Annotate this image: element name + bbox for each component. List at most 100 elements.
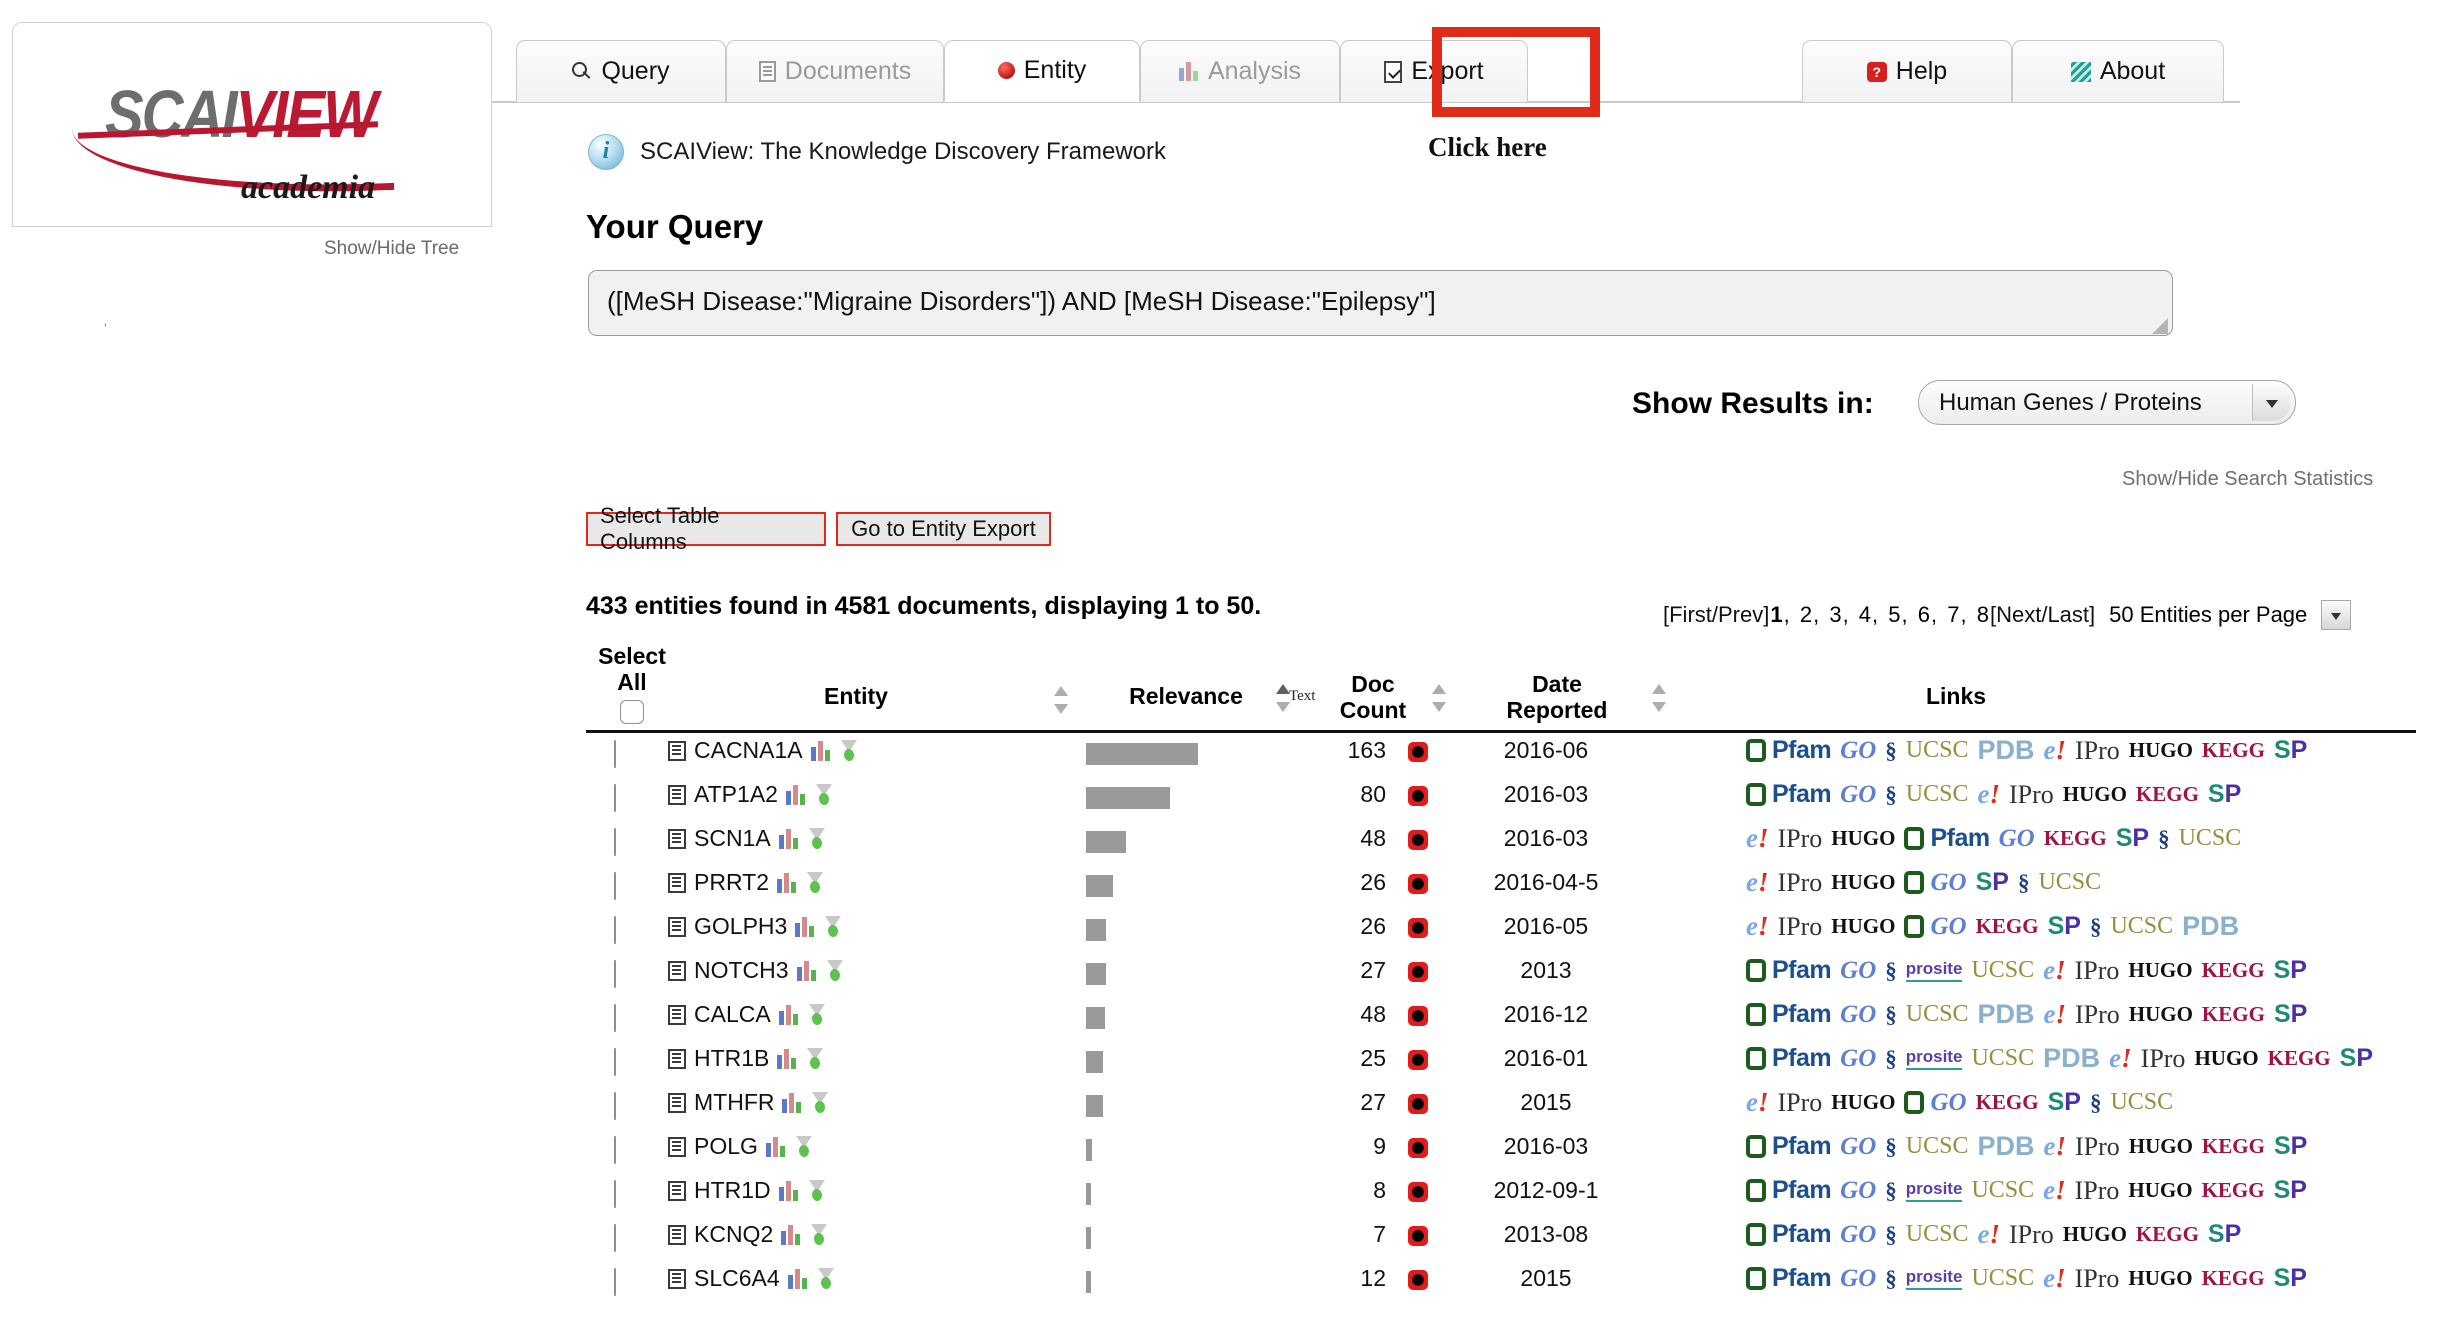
relevance-sort-icon[interactable] [1276, 684, 1290, 712]
entity-name[interactable]: GOLPH3 [694, 913, 787, 940]
pfam-ring-icon[interactable] [1904, 1091, 1924, 1114]
go-link[interactable]: GO [1840, 1045, 1876, 1073]
go-link[interactable]: GO [1840, 737, 1876, 765]
row-select-checkbox[interactable] [614, 1181, 616, 1208]
entrez-gene-icon[interactable]: § [1885, 1002, 1897, 1028]
entrez-gene-icon[interactable]: § [1885, 738, 1897, 764]
pfam-link[interactable]: Pfam [1772, 956, 1831, 985]
go-link[interactable]: GO [1840, 1221, 1876, 1249]
ensembl-link[interactable]: e! [1746, 867, 1769, 898]
entity-compound-icon[interactable] [805, 872, 825, 894]
prosite-link[interactable]: prosite [1906, 959, 1963, 982]
ensembl-link[interactable]: e! [2043, 1175, 2066, 1206]
entity-chart-icon[interactable] [788, 1269, 808, 1289]
swissprot-link[interactable]: SP [2208, 780, 2241, 809]
ucsc-link[interactable]: UCSC [1906, 737, 1969, 764]
ensembl-link[interactable]: e! [1746, 1087, 1769, 1118]
pfam-ring-icon[interactable] [1904, 827, 1924, 850]
doc-count-marker-icon[interactable] [1408, 741, 1428, 768]
pdb-link[interactable]: PDB [2182, 911, 2239, 942]
kegg-link[interactable]: KEGG [2202, 958, 2265, 983]
entity-name[interactable]: NOTCH3 [694, 957, 789, 984]
pfam-link[interactable]: Pfam [1772, 1176, 1831, 1205]
entity-compound-icon[interactable] [805, 1048, 825, 1070]
entity-column-header[interactable]: Entity [766, 684, 946, 710]
pdb-link[interactable]: PDB [1977, 1131, 2034, 1162]
row-select-checkbox[interactable] [614, 829, 616, 856]
interpro-link[interactable]: IPro [1778, 824, 1823, 854]
swissprot-link[interactable]: SP [2340, 1044, 2373, 1073]
row-select-checkbox[interactable] [614, 785, 616, 812]
pfam-link[interactable]: Pfam [1772, 1044, 1831, 1073]
pfam-ring-icon[interactable] [1904, 871, 1924, 894]
hugo-link[interactable]: HUGO [2063, 1222, 2127, 1247]
page-link-2[interactable]: 2 [1794, 602, 1812, 627]
tab-analysis[interactable]: Analysis [1140, 40, 1340, 102]
go-link[interactable]: GO [1930, 869, 1966, 897]
entity-name[interactable]: PRRT2 [694, 869, 769, 896]
go-link[interactable]: GO [1840, 1001, 1876, 1029]
entity-compound-icon[interactable] [814, 784, 834, 806]
entity-compound-icon[interactable] [809, 1224, 829, 1246]
doc-count-marker-icon[interactable] [1408, 1269, 1428, 1296]
hugo-link[interactable]: HUGO [2128, 958, 2192, 983]
entity-chart-icon[interactable] [795, 917, 815, 937]
pfam-link[interactable]: Pfam [1772, 780, 1831, 809]
entity-chart-icon[interactable] [797, 961, 817, 981]
documents-icon[interactable] [668, 1005, 686, 1025]
interpro-link[interactable]: IPro [2075, 1132, 2120, 1162]
query-resize-handle[interactable] [2152, 318, 2168, 334]
hugo-link[interactable]: HUGO [2128, 1178, 2192, 1203]
interpro-link[interactable]: IPro [2141, 1044, 2186, 1074]
row-select-checkbox[interactable] [614, 873, 616, 900]
doc-count-column-header[interactable]: Doc Count [1318, 672, 1428, 724]
documents-icon[interactable] [668, 1269, 686, 1289]
interpro-link[interactable]: IPro [2075, 1176, 2120, 1206]
interpro-link[interactable]: IPro [1778, 868, 1823, 898]
swissprot-link[interactable]: SP [1976, 868, 2009, 897]
entrez-gene-icon[interactable]: § [1885, 1266, 1897, 1292]
entity-name[interactable]: MTHFR [694, 1089, 774, 1116]
page-link-3[interactable]: 3 [1823, 602, 1841, 627]
ucsc-link[interactable]: UCSC [2110, 1089, 2173, 1116]
pdb-link[interactable]: PDB [1977, 999, 2034, 1030]
hugo-link[interactable]: HUGO [1831, 870, 1895, 895]
ucsc-link[interactable]: UCSC [1906, 1133, 1969, 1160]
interpro-link[interactable]: IPro [1778, 912, 1823, 942]
doc-count-marker-icon[interactable] [1408, 961, 1428, 988]
ucsc-link[interactable]: UCSC [1906, 1221, 1969, 1248]
pfam-ring-icon[interactable] [1746, 1135, 1766, 1158]
entity-name[interactable]: CACNA1A [694, 737, 803, 764]
ucsc-link[interactable]: UCSC [2110, 913, 2173, 940]
swissprot-link[interactable]: SP [2048, 912, 2081, 941]
chevron-down-icon[interactable] [2252, 384, 2291, 421]
tab-entity[interactable]: Entity [944, 40, 1140, 102]
entity-chart-icon[interactable] [777, 873, 797, 893]
hugo-link[interactable]: HUGO [1831, 1090, 1895, 1115]
tab-help[interactable]: ? Help [1802, 40, 2012, 102]
swissprot-link[interactable]: SP [2274, 956, 2307, 985]
documents-icon[interactable] [668, 785, 686, 805]
entity-name[interactable]: HTR1B [694, 1045, 769, 1072]
entity-name[interactable]: POLG [694, 1133, 758, 1160]
row-select-checkbox[interactable] [614, 1137, 616, 1164]
pfam-link[interactable]: Pfam [1772, 1264, 1831, 1293]
swissprot-link[interactable]: SP [2048, 1088, 2081, 1117]
entity-name[interactable]: CALCA [694, 1001, 771, 1028]
row-select-checkbox[interactable] [614, 1049, 616, 1076]
entity-compound-icon[interactable] [825, 960, 845, 982]
kegg-link[interactable]: KEGG [2202, 1266, 2265, 1291]
documents-icon[interactable] [668, 917, 686, 937]
entities-per-page-dropdown[interactable] [2321, 600, 2351, 630]
doc-count-marker-icon[interactable] [1408, 1049, 1428, 1076]
page-link-6[interactable]: 6 [1912, 602, 1930, 627]
ensembl-link[interactable]: e! [1746, 911, 1769, 942]
pfam-ring-icon[interactable] [1904, 915, 1924, 938]
kegg-link[interactable]: KEGG [2044, 826, 2107, 851]
first-prev-link[interactable]: [First/Prev] [1663, 602, 1769, 628]
go-link[interactable]: GO [1840, 957, 1876, 985]
ucsc-link[interactable]: UCSC [1906, 781, 1969, 808]
kegg-link[interactable]: KEGG [2268, 1046, 2331, 1071]
entrez-gene-icon[interactable]: § [2018, 870, 2030, 896]
entity-name[interactable]: SLC6A4 [694, 1265, 780, 1292]
